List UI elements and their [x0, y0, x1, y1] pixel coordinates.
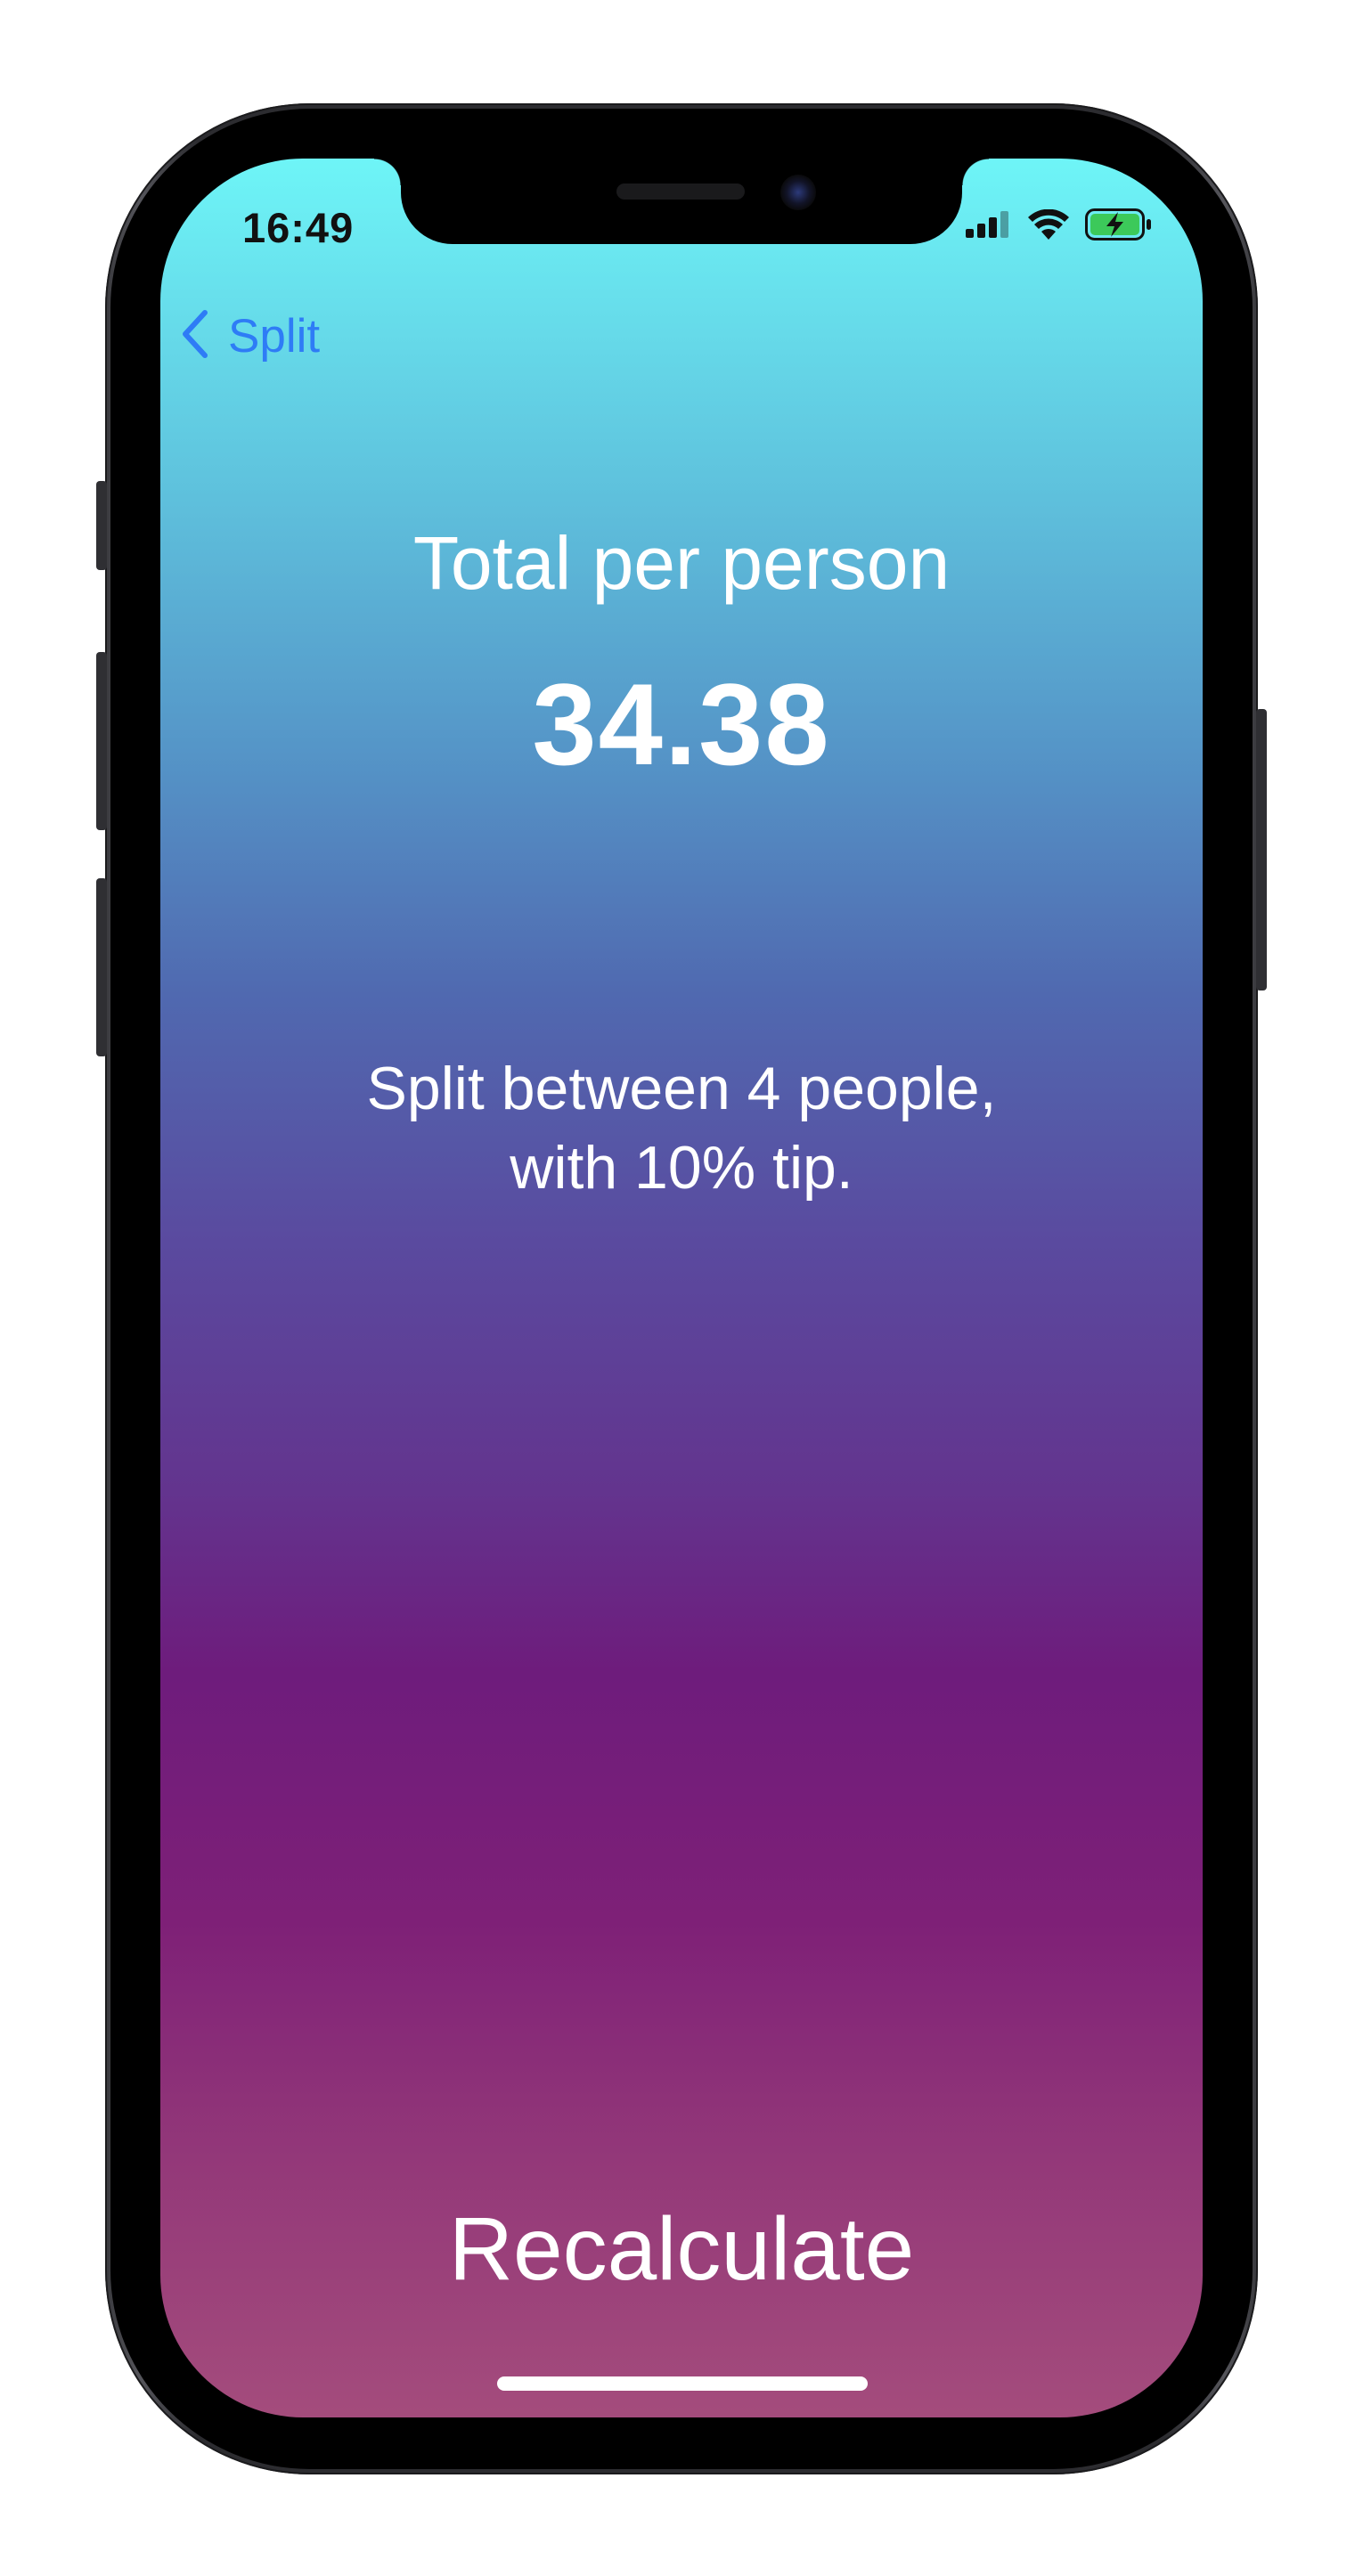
battery-charging-icon [1085, 208, 1153, 245]
total-per-person-heading: Total per person [412, 521, 951, 605]
status-icons [966, 207, 1153, 246]
recalculate-button[interactable]: Recalculate [160, 2198, 1203, 2301]
volume-up-button [96, 652, 107, 830]
notch [374, 159, 989, 244]
app-screen: 16:49 Split Total per person 34.38 Split… [160, 159, 1203, 2417]
split-summary: Split between 4 people, with 10% tip. [249, 1049, 1114, 1208]
volume-down-button [96, 878, 107, 1056]
earpiece-speaker [616, 183, 745, 200]
home-indicator[interactable] [497, 2376, 868, 2391]
cellular-signal-icon [966, 210, 1012, 242]
power-button [1256, 709, 1267, 990]
action-button [96, 481, 107, 570]
split-summary-line-2: with 10% tip. [510, 1134, 853, 1202]
back-button-label: Split [228, 310, 321, 363]
per-person-amount: 34.38 [532, 659, 831, 789]
status-time: 16:49 [242, 204, 355, 251]
wifi-icon [1028, 208, 1069, 244]
front-camera [780, 175, 816, 210]
split-summary-line-1: Split between 4 people, [366, 1055, 997, 1122]
chevron-left-icon [180, 308, 210, 364]
back-button[interactable]: Split [180, 308, 320, 364]
